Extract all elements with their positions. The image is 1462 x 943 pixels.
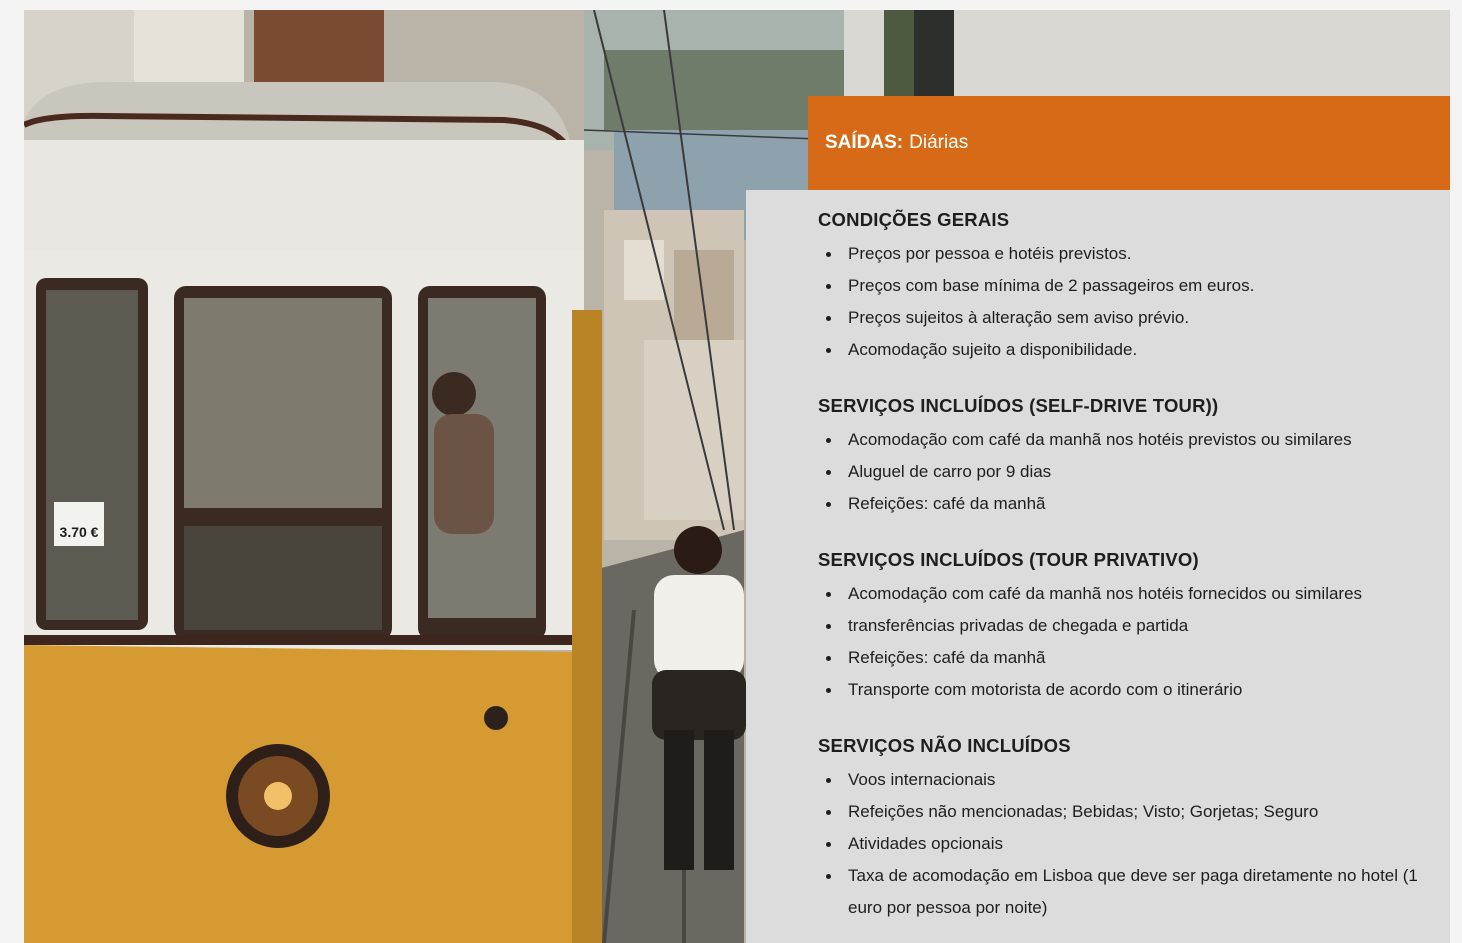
list-item: Preços sujeitos à alteração sem aviso pr… xyxy=(818,302,1430,334)
bullet-list: Acomodação com café da manhã nos hotéis … xyxy=(818,578,1430,706)
list-item: Voos internacionais xyxy=(818,764,1430,796)
list-item: Transporte com motorista de acordo com o… xyxy=(818,674,1430,706)
departures-value: Diárias xyxy=(909,132,969,153)
section-title: SERVIÇOS NÃO INCLUÍDOS xyxy=(818,735,1071,756)
conditions-panel: CONDIÇÕES GERAIS Preços por pessoa e hot… xyxy=(746,190,1450,943)
fare-sign: 3.70 € xyxy=(60,524,99,540)
list-item: Acomodação com café da manhã nos hotéis … xyxy=(818,578,1430,610)
section-general-conditions: CONDIÇÕES GERAIS Preços por pessoa e hot… xyxy=(818,208,1430,366)
bullet-list: Acomodação com café da manhã nos hotéis … xyxy=(818,424,1430,520)
section-not-included: SERVIÇOS NÃO INCLUÍDOS Voos internaciona… xyxy=(818,734,1430,924)
bullet-list: Voos internacionais Refeições não mencio… xyxy=(818,764,1430,924)
section-title: CONDIÇÕES GERAIS xyxy=(818,209,1010,230)
section-included-self-drive: SERVIÇOS INCLUÍDOS (SELF-DRIVE TOUR)) Ac… xyxy=(818,394,1430,520)
departures-banner: SAÍDAS: Diárias xyxy=(808,96,1450,190)
list-item: transferências privadas de chegada e par… xyxy=(818,610,1430,642)
list-item: Refeições: café da manhã xyxy=(818,488,1430,520)
bullet-list: Preços por pessoa e hotéis previstos. Pr… xyxy=(818,238,1430,366)
list-item: Refeições: café da manhã xyxy=(818,642,1430,674)
section-title: SERVIÇOS INCLUÍDOS (SELF-DRIVE TOUR)) xyxy=(818,395,1219,416)
list-item: Preços com base mínima de 2 passageiros … xyxy=(818,270,1430,302)
list-item: Atividades opcionais xyxy=(818,828,1430,860)
list-item: Acomodação sujeito a disponibilidade. xyxy=(818,334,1430,366)
list-item: Preços por pessoa e hotéis previstos. xyxy=(818,238,1430,270)
list-item: Acomodação com café da manhã nos hotéis … xyxy=(818,424,1430,456)
section-included-private-tour: SERVIÇOS INCLUÍDOS (TOUR PRIVATIVO) Acom… xyxy=(818,548,1430,706)
list-item: Aluguel de carro por 9 dias xyxy=(818,456,1430,488)
list-item: Taxa de acomodação em Lisboa que deve se… xyxy=(818,860,1430,924)
list-item: Refeições não mencionadas; Bebidas; Vist… xyxy=(818,796,1430,828)
departures-label: SAÍDAS: xyxy=(825,132,904,153)
section-title: SERVIÇOS INCLUÍDOS (TOUR PRIVATIVO) xyxy=(818,549,1199,570)
